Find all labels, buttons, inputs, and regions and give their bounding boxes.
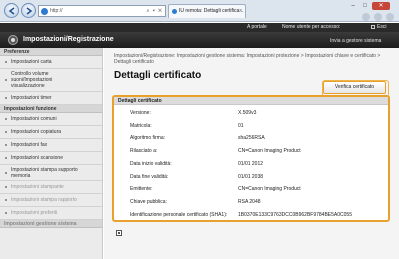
detail-label: Identificazione personale certificato (S… bbox=[130, 211, 228, 218]
sidebar-item-label: Impostazioni stampa rapporto bbox=[11, 197, 77, 203]
detail-label: Chiave pubblica: bbox=[130, 198, 167, 205]
detail-value: 01/01 2012 bbox=[238, 160, 264, 167]
detail-value: CN=Canon Imaging Product bbox=[238, 186, 301, 193]
detail-row: Chiave pubblica: RSA 2048 bbox=[114, 197, 388, 207]
page-title: Dettagli certificato bbox=[114, 70, 202, 81]
detail-label: Data inizio validità: bbox=[130, 160, 172, 167]
detail-label: Versione: bbox=[130, 110, 151, 116]
detail-value: RSA 2048 bbox=[238, 198, 261, 205]
sidebar-item[interactable]: Controllo volume suoni/Impostazioni visu… bbox=[0, 69, 102, 92]
certificate-details-panel: Dettagli certificato Versione: X.509v3 Mat… bbox=[112, 95, 390, 222]
bullet-icon bbox=[5, 131, 7, 133]
detail-row: Emittente: CN=Canon Imaging Product bbox=[114, 184, 388, 194]
browser-logo-icon bbox=[41, 8, 48, 15]
breadcrumb[interactable]: Impostazioni/Registrazione: Impostazioni… bbox=[114, 53, 389, 65]
back-to-top-icon[interactable] bbox=[116, 230, 122, 236]
sidebar-item-label: Controllo volume suoni/Impostazioni visu… bbox=[11, 71, 53, 89]
portal-link[interactable]: A portale bbox=[247, 24, 267, 30]
address-bar[interactable]: http:// ⌕ ▾ ✕ bbox=[38, 5, 166, 17]
home-icon[interactable] bbox=[362, 13, 370, 21]
detail-value: X.509v3 bbox=[238, 110, 257, 116]
panel-title: Dettagli certificato bbox=[114, 97, 388, 105]
detail-row: Rilasciato a: CN=Canon Imaging Product bbox=[114, 146, 388, 156]
app-title: Impostazioni/Registrazione bbox=[23, 36, 114, 43]
sidebar-section-title: Impostazioni gestione sistema bbox=[0, 220, 102, 228]
page-icon bbox=[172, 9, 177, 14]
tab-close-icon[interactable]: × bbox=[239, 8, 242, 14]
bullet-icon bbox=[5, 212, 7, 214]
detail-value: CN=Canon Imaging Product bbox=[238, 148, 301, 155]
gear-icon[interactable] bbox=[386, 13, 394, 21]
sidebar-item[interactable]: Impostazioni timer bbox=[0, 92, 102, 105]
logout-link[interactable]: Esci bbox=[377, 24, 386, 30]
detail-row: Versione: X.509v3 bbox=[114, 108, 388, 118]
sidebar-item-label: Impostazioni comuni bbox=[11, 116, 57, 122]
arrow-left-icon bbox=[8, 7, 15, 15]
bullet-icon bbox=[5, 157, 7, 159]
top-bar: A portale Nome utente per accesso: Esci bbox=[0, 23, 399, 32]
detail-value: sha256RSA bbox=[238, 135, 265, 142]
bullet-icon bbox=[5, 171, 7, 174]
tab-title: IU remota: Dettagli certifica... bbox=[179, 8, 244, 14]
sidebar-item[interactable]: Impostazioni scansione bbox=[0, 152, 102, 165]
detail-label: Emittente: bbox=[130, 186, 153, 193]
bullet-icon bbox=[5, 61, 7, 63]
detail-label: Rilasciato a: bbox=[130, 148, 158, 155]
bullet-icon bbox=[5, 144, 7, 146]
sidebar-item-label: Impostazioni stampa supporto memoria bbox=[11, 166, 78, 179]
sidebar-item-label: Impostazioni timer bbox=[11, 95, 52, 101]
detail-label: Data fine validità: bbox=[130, 173, 169, 180]
back-button[interactable] bbox=[4, 3, 19, 18]
sidebar: Preferenze Impostazioni carta Controllo vo… bbox=[0, 48, 103, 259]
sidebar-item[interactable]: Impostazioni stampa supporto memoria bbox=[0, 165, 102, 181]
sidebar-item[interactable]: Impostazioni stampante bbox=[0, 181, 102, 194]
detail-row: Matricola: 01 bbox=[114, 121, 388, 131]
sidebar-item[interactable]: Impostazioni preferiti bbox=[0, 207, 102, 220]
sidebar-item[interactable]: Impostazioni fax bbox=[0, 139, 102, 152]
sidebar-item[interactable]: Impostazioni stampa rapporto bbox=[0, 194, 102, 207]
sidebar-item-label: Impostazioni carta bbox=[11, 59, 52, 65]
maximize-icon[interactable]: □ bbox=[360, 2, 370, 10]
sidebar-item-label: Impostazioni stampante bbox=[11, 184, 64, 190]
close-icon[interactable]: ✕ bbox=[372, 2, 390, 10]
detail-row: Algoritmo firma: sha256RSA bbox=[114, 133, 388, 143]
header-bar: Impostazioni/Registrazione Invia a gesto… bbox=[0, 32, 399, 48]
detail-row: Data fine validità: 01/01 2038 bbox=[114, 172, 388, 182]
sidebar-item[interactable]: Impostazioni carta bbox=[0, 56, 102, 69]
bullet-icon bbox=[5, 79, 7, 81]
sidebar-item-label: Impostazioni preferiti bbox=[11, 210, 58, 216]
sidebar-item-label: Impostazioni fax bbox=[11, 142, 48, 148]
detail-row: Identificazione personale certificato (S… bbox=[114, 210, 388, 220]
address-text: http:// bbox=[50, 8, 63, 14]
sidebar-item-label: Impostazioni copiatura bbox=[11, 129, 62, 135]
sidebar-section-title: Impostazioni funzione bbox=[0, 105, 102, 113]
bullet-icon bbox=[5, 97, 7, 99]
detail-label: Matricola: bbox=[130, 122, 152, 129]
bullet-icon bbox=[5, 118, 7, 120]
settings-icon bbox=[8, 35, 18, 45]
main-content: Impostazioni/Registrazione: Impostazioni… bbox=[104, 48, 399, 259]
favorites-icon[interactable] bbox=[374, 13, 382, 21]
forward-button[interactable] bbox=[21, 3, 36, 18]
bullet-icon bbox=[5, 199, 7, 201]
search-refresh-icons[interactable]: ⌕ ▾ ✕ bbox=[147, 8, 164, 14]
login-username: Nome utente per accesso: bbox=[282, 24, 341, 30]
browser-tab[interactable]: IU remota: Dettagli certifica... × bbox=[168, 4, 246, 18]
sidebar-item[interactable]: Impostazioni comuni bbox=[0, 113, 102, 126]
arrow-right-icon bbox=[26, 7, 33, 15]
verify-certificate-button[interactable]: Verifica certificato bbox=[322, 80, 389, 97]
detail-label: Algoritmo firma: bbox=[130, 135, 166, 142]
sidebar-section-title: Preferenze bbox=[0, 48, 102, 56]
detail-value: 01 bbox=[238, 122, 244, 129]
detail-value: 1B0370E133C9763DCC0B962BF9784BE5A0C055 bbox=[238, 211, 352, 218]
logout-icon bbox=[371, 25, 375, 29]
minimize-icon[interactable]: – bbox=[348, 2, 358, 10]
sidebar-item[interactable]: Impostazioni copiatura bbox=[0, 126, 102, 139]
browser-toolbar: http:// ⌕ ▾ ✕ IU remota: Dettagli certif… bbox=[0, 0, 399, 22]
detail-value: 01/01 2038 bbox=[238, 173, 264, 180]
send-to-admin-link[interactable]: Invia a gestore sistema bbox=[330, 38, 381, 44]
detail-row: Data inizio validità: 01/01 2012 bbox=[114, 159, 388, 169]
bullet-icon bbox=[5, 186, 7, 188]
sidebar-item-label: Impostazioni scansione bbox=[11, 155, 63, 161]
